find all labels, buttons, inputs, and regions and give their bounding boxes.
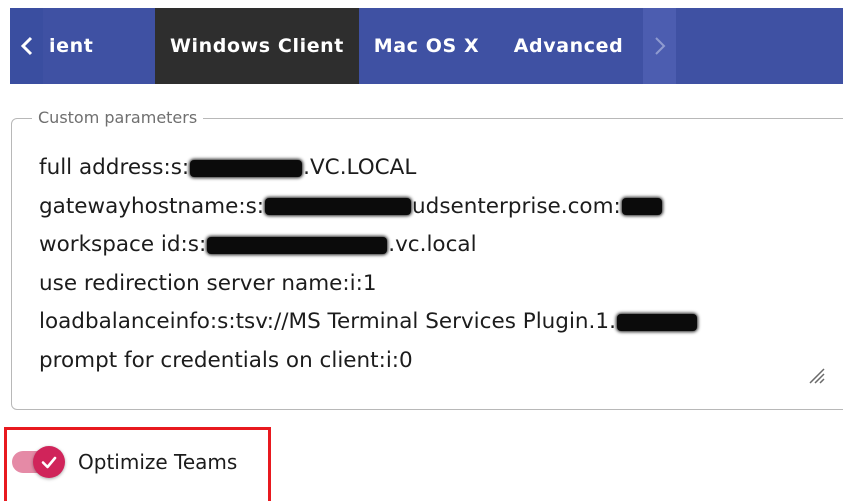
chevron-left-icon — [20, 36, 32, 56]
custom-parameters-label: Custom parameters — [32, 108, 204, 127]
toggle-track[interactable] — [12, 446, 65, 478]
chevron-right-icon — [654, 37, 665, 55]
redacted-block — [207, 236, 388, 254]
tab-windows-client[interactable]: Windows Client — [155, 8, 359, 84]
optimize-teams-label: Optimize Teams — [78, 450, 238, 474]
redacted-block — [265, 198, 412, 216]
tab-scroll-left-button[interactable] — [10, 8, 43, 84]
tab-advanced[interactable]: Advanced — [494, 8, 643, 84]
custom-parameters-field[interactable]: Custom parameters full address:s: .VC.LOC… — [11, 108, 843, 410]
toggle-knob[interactable] — [33, 446, 65, 478]
param-line: gatewayhostname:s: udsenterprise.com: — [39, 188, 698, 227]
param-text: gatewayhostname:s: — [39, 193, 265, 219]
param-text: use redirection server name:i:1 — [39, 270, 377, 296]
param-text: .VC.LOCAL — [303, 155, 417, 180]
param-text: prompt for credentials on client:i:0 — [39, 347, 413, 373]
param-text: workspace id:s: — [39, 232, 207, 257]
custom-parameters-textarea[interactable]: full address:s: .VC.LOCAL gatewayhostname… — [39, 149, 698, 380]
param-text: .vc.local — [388, 232, 477, 257]
redacted-block — [616, 313, 697, 331]
param-text: full address:s: — [39, 155, 190, 180]
param-text: loadbalanceinfo:s:tsv://MS Terminal Serv… — [39, 309, 616, 334]
tab-scroll-right-button[interactable] — [643, 8, 676, 84]
redacted-block — [190, 159, 303, 177]
param-line: workspace id:s: .vc.local — [39, 226, 698, 265]
tab-bar-filler — [676, 8, 843, 84]
param-line: prompt for credentials on client:i:0 — [39, 342, 698, 381]
param-line: loadbalanceinfo:s:tsv://MS Terminal Serv… — [39, 303, 698, 342]
param-line: full address:s: .VC.LOCAL — [39, 149, 698, 188]
check-icon — [41, 456, 57, 469]
tab-client[interactable]: ient — [43, 8, 155, 84]
tab-mac-os-x[interactable]: Mac OS X — [359, 8, 494, 84]
param-text: udsenterprise.com: — [412, 193, 621, 219]
tab-bar: ient Windows Client Mac OS X Advanced — [10, 8, 843, 84]
param-line: use redirection server name:i:1 — [39, 265, 698, 304]
resize-handle-icon[interactable] — [807, 366, 825, 384]
redacted-block — [621, 198, 662, 216]
optimize-teams-toggle[interactable]: Optimize Teams — [12, 446, 238, 478]
